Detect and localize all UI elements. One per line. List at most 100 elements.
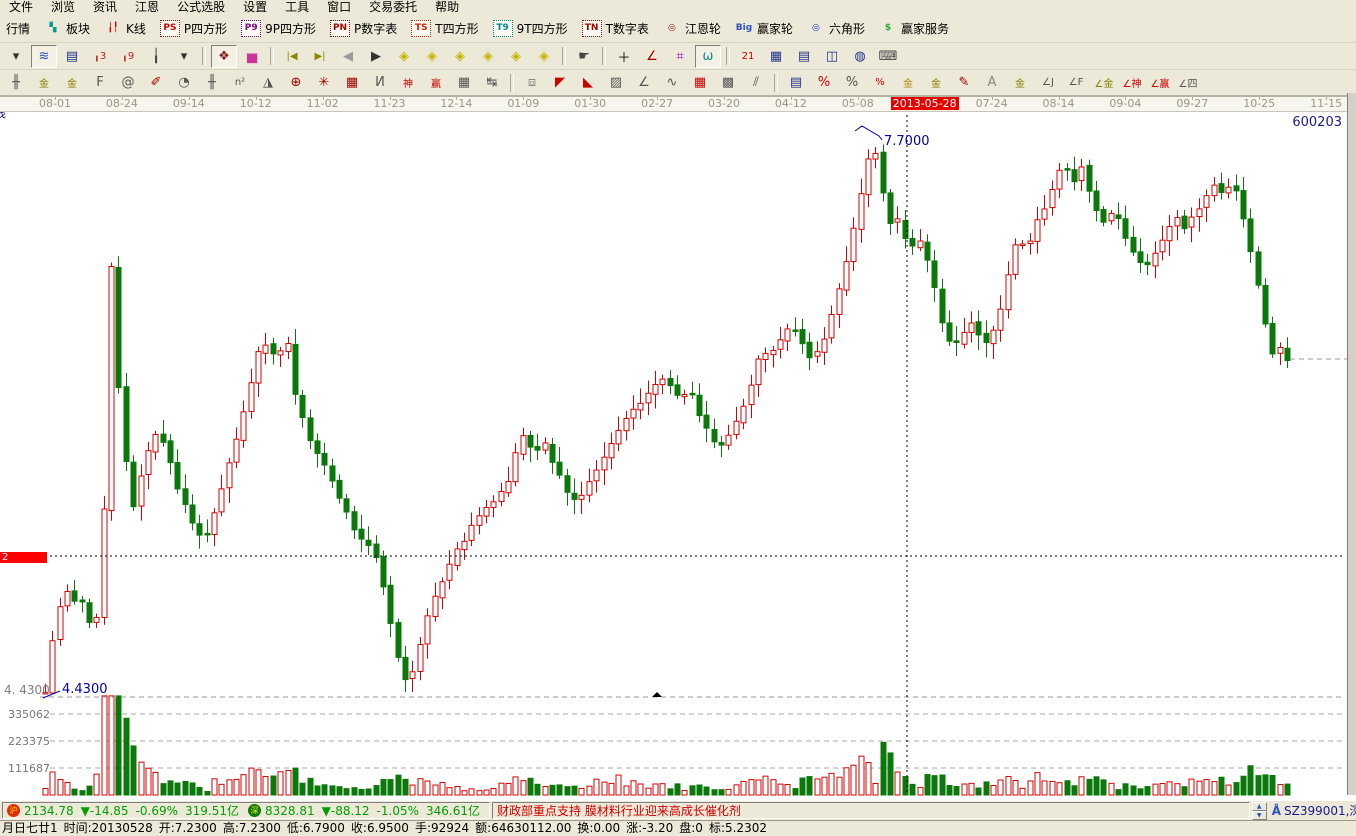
- brush-icon[interactable]: ✎: [951, 71, 977, 94]
- save-icon[interactable]: ◫: [819, 45, 845, 68]
- price-grid-icon[interactable]: ╫: [199, 71, 225, 94]
- toolbar-item-hexagon[interactable]: ◎六角形: [807, 20, 865, 37]
- shanghai-index-icon[interactable]: 沪: [7, 804, 20, 817]
- angle-shen-icon[interactable]: ∠神: [1119, 71, 1145, 94]
- candle-style-dropdown-icon[interactable]: ▾: [171, 45, 197, 68]
- bars-9-icon[interactable]: ╻9: [115, 45, 141, 68]
- wave-a-icon[interactable]: A: [979, 71, 1005, 94]
- menu-item-交易委托[interactable]: 交易委托: [360, 0, 426, 14]
- toolbar-item-9t-square[interactable]: T99T四方形: [493, 20, 568, 37]
- menu-item-江恩[interactable]: 江恩: [126, 0, 168, 14]
- date-label[interactable]: 04-12: [775, 97, 807, 110]
- spin-down-icon[interactable]: ▼: [1252, 811, 1267, 820]
- gold-levels-icon[interactable]: 金: [923, 71, 949, 94]
- date-label-selected[interactable]: 2013-05-28: [891, 97, 959, 110]
- gann-grid-icon[interactable]: ╫: [3, 71, 29, 94]
- gann-fan-icon[interactable]: ◤: [547, 71, 573, 94]
- speed-lines-icon[interactable]: ∠: [631, 71, 657, 94]
- menu-item-帮助[interactable]: 帮助: [426, 0, 468, 14]
- news-ticker[interactable]: 财政部重点支持 膜材料行业迎来高成长催化剂: [492, 802, 1250, 819]
- angle-win-icon[interactable]: ∠赢: [1147, 71, 1173, 94]
- view-dropdown-icon[interactable]: ▾: [3, 45, 29, 68]
- percent-levels-icon[interactable]: %: [867, 71, 893, 94]
- date-label[interactable]: 02-27: [641, 97, 673, 110]
- menu-item-资讯[interactable]: 资讯: [84, 0, 126, 14]
- skip-last-icon[interactable]: ▶|: [307, 45, 333, 68]
- date-label[interactable]: 09-14: [173, 97, 205, 110]
- angle-j-icon[interactable]: ∠J: [1035, 71, 1061, 94]
- date-label[interactable]: 09-27: [1176, 97, 1208, 110]
- diamond-cross-icon[interactable]: ◈: [475, 45, 501, 68]
- notepad-icon[interactable]: ▤: [791, 45, 817, 68]
- zigzag-icon[interactable]: ∿: [659, 71, 685, 94]
- diamond-horizontal-icon[interactable]: ◈: [447, 45, 473, 68]
- date-label[interactable]: 01-09: [507, 97, 539, 110]
- date-label[interactable]: 12-14: [440, 97, 472, 110]
- angle-gold-icon[interactable]: ∠金: [1091, 71, 1117, 94]
- shaded-fan-icon[interactable]: ▨: [603, 71, 629, 94]
- menu-item-工具[interactable]: 工具: [276, 0, 318, 14]
- angle-four-icon[interactable]: ∠四: [1175, 71, 1201, 94]
- menu-item-设置[interactable]: 设置: [234, 0, 276, 14]
- star-web-icon[interactable]: ✳: [311, 71, 337, 94]
- gann-fan-box-icon[interactable]: ◣: [575, 71, 601, 94]
- diamond-star-icon[interactable]: ◈: [503, 45, 529, 68]
- candlestick-chart[interactable]: 335062223375111687: [0, 112, 1356, 800]
- chart-area[interactable]: 335062223375111687 600203 7.7000 4.4300 …: [0, 112, 1356, 800]
- candle-style-icon[interactable]: ╽: [143, 45, 169, 68]
- date-label[interactable]: 11-02: [307, 97, 339, 110]
- date-label[interactable]: 07-24: [976, 97, 1008, 110]
- square-web-icon[interactable]: ▦: [339, 71, 365, 94]
- mirror-angle-icon[interactable]: ◮: [255, 71, 281, 94]
- angle-f-icon[interactable]: ∠F: [1063, 71, 1089, 94]
- diamond-left-icon[interactable]: ◈: [391, 45, 417, 68]
- gold-line2-icon[interactable]: 金: [59, 71, 85, 94]
- parallel-lines-icon[interactable]: ⫽: [743, 71, 769, 94]
- percent-icon[interactable]: %: [839, 71, 865, 94]
- red-grid-icon[interactable]: ▦: [687, 71, 713, 94]
- toolbar-item-t-square[interactable]: TST四方形: [411, 20, 478, 37]
- date-label[interactable]: 10-12: [240, 97, 272, 110]
- step-back-icon[interactable]: ◀: [335, 45, 361, 68]
- menu-item-文件[interactable]: 文件: [0, 0, 42, 14]
- workstation-icon[interactable]: ⌨: [875, 45, 901, 68]
- toolbar-item-quotes[interactable]: 行情: [6, 20, 30, 37]
- toolbar-item-candlestick[interactable]: ╽╿K线: [104, 20, 146, 37]
- skip-first-icon[interactable]: |◀: [279, 45, 305, 68]
- toolbar-item-winner-service[interactable]: $赢家服务: [879, 20, 949, 37]
- toolbar-item-p-number-table[interactable]: PNP数字表: [330, 20, 397, 37]
- gann-mark-icon[interactable]: ❖: [211, 45, 237, 68]
- gold-line-icon[interactable]: 金: [31, 71, 57, 94]
- spin-up-icon[interactable]: ▲: [1252, 802, 1267, 811]
- toolbar-item-t-number-table[interactable]: TNT数字表: [582, 20, 649, 37]
- diamond-right-icon[interactable]: ◈: [419, 45, 445, 68]
- compass-icon[interactable]: ⊕: [283, 71, 309, 94]
- menu-item-浏览[interactable]: 浏览: [42, 0, 84, 14]
- wave-count-icon[interactable]: И: [367, 71, 393, 94]
- menu-item-窗口[interactable]: 窗口: [318, 0, 360, 14]
- menu-item-公式选股[interactable]: 公式选股: [168, 0, 234, 14]
- time-cycle-icon[interactable]: ◔: [171, 71, 197, 94]
- web-browser-icon[interactable]: ◍: [847, 45, 873, 68]
- grid-tool-icon[interactable]: ⌗: [667, 45, 693, 68]
- span-arrows-icon[interactable]: ↹: [479, 71, 505, 94]
- percent-line-icon[interactable]: %: [811, 71, 837, 94]
- toolbar-item-sectors-blocks[interactable]: ▚板块: [44, 20, 90, 37]
- calendar-icon[interactable]: 21: [735, 45, 761, 68]
- calculator-icon[interactable]: ▦: [763, 45, 789, 68]
- stats-list-icon[interactable]: ▤: [783, 71, 809, 94]
- colored-histogram-icon[interactable]: ▅: [239, 45, 265, 68]
- toolbar-item-gann-wheel[interactable]: ◎江恩轮: [663, 20, 721, 37]
- step-forward-icon[interactable]: ▶: [363, 45, 389, 68]
- f10-report-icon[interactable]: ▤: [59, 45, 85, 68]
- toolbar-item-winner-wheel[interactable]: Big赢家轮: [735, 20, 793, 37]
- shenzhen-index-icon[interactable]: 深: [248, 804, 261, 817]
- win-tool-icon[interactable]: 赢: [423, 71, 449, 94]
- date-label[interactable]: 11-15: [1310, 97, 1342, 110]
- box-range-icon[interactable]: ⧈: [519, 71, 545, 94]
- date-label[interactable]: 09-04: [1109, 97, 1141, 110]
- date-label[interactable]: 08-24: [106, 97, 138, 110]
- date-label[interactable]: 08-14: [1043, 97, 1075, 110]
- crosshair-icon[interactable]: ＋: [611, 45, 637, 68]
- date-label[interactable]: 03-20: [708, 97, 740, 110]
